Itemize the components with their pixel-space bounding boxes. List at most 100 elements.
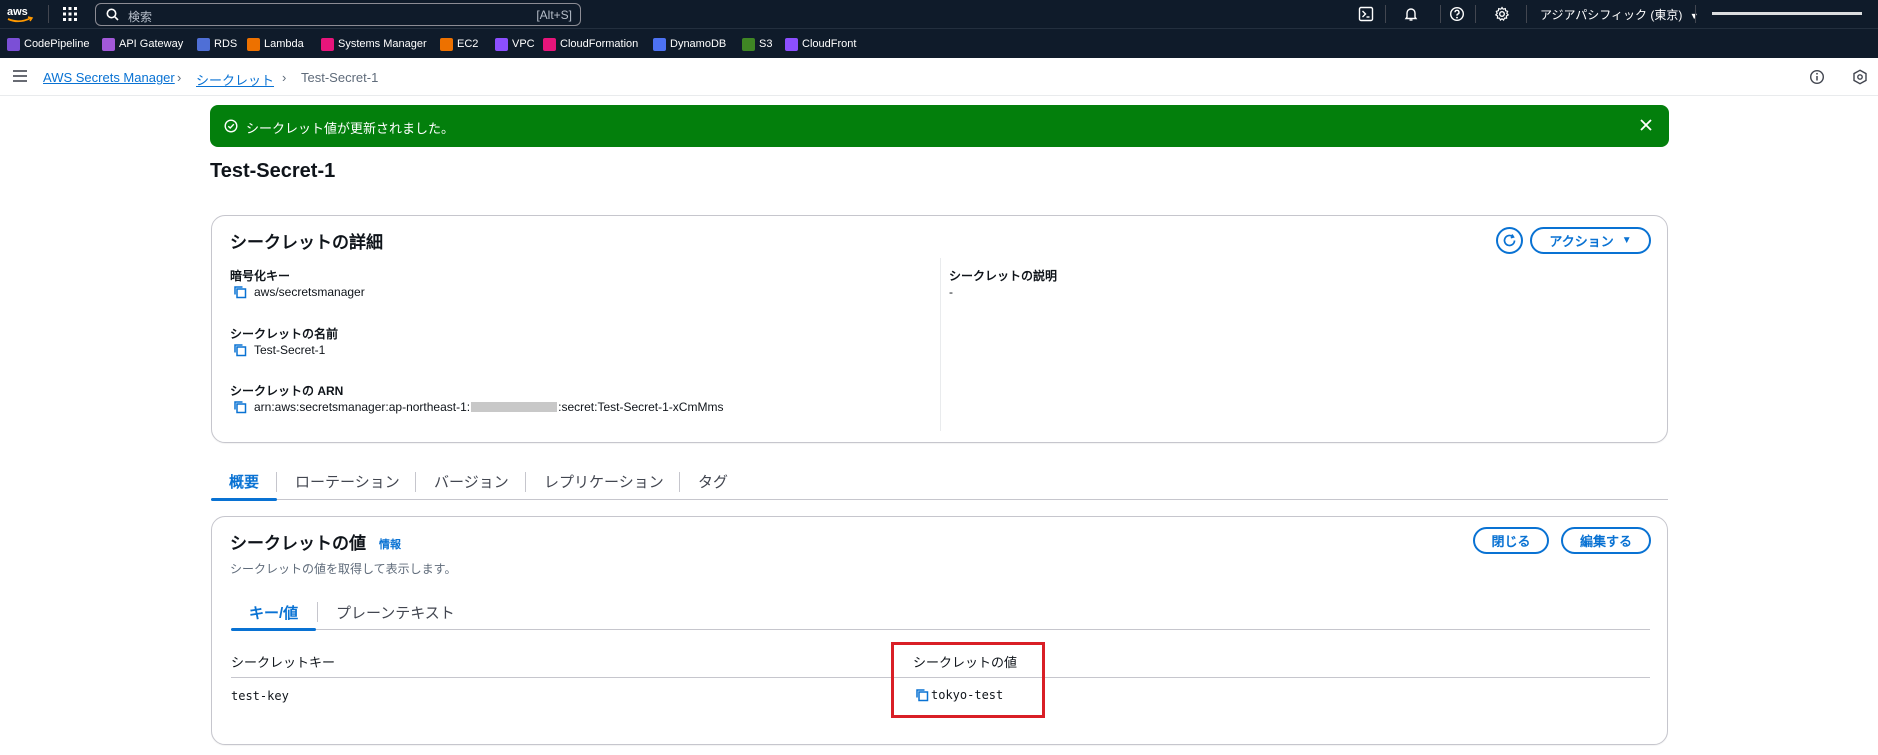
arn-prefix: arn:aws:secretsmanager:ap-northeast-1: bbox=[254, 400, 471, 414]
favorite-lambda[interactable]: Lambda bbox=[247, 37, 304, 51]
nav-divider bbox=[1695, 5, 1696, 23]
notifications-bell-icon[interactable] bbox=[1403, 6, 1419, 22]
favorites-bar: CodePipeline API Gateway RDS Lambda Systems … bbox=[0, 28, 1878, 58]
annotation-highlight-box bbox=[891, 642, 1045, 718]
secret-arn-label: シークレットの ARN bbox=[230, 384, 344, 398]
favorite-s3[interactable]: S3 bbox=[742, 37, 772, 51]
breadcrumb-chevron-icon: › bbox=[177, 70, 182, 85]
favorite-label: Lambda bbox=[264, 38, 304, 50]
tab-versions[interactable]: バージョン bbox=[416, 462, 527, 500]
service-icon bbox=[102, 37, 115, 51]
service-icon bbox=[7, 37, 20, 51]
cloudshell-icon[interactable] bbox=[1358, 6, 1374, 22]
region-label: アジアパシフィック (東京) bbox=[1540, 8, 1683, 22]
favorite-label: RDS bbox=[214, 38, 238, 50]
search-icon bbox=[106, 8, 119, 21]
nav-divider bbox=[48, 5, 49, 23]
encryption-key-text: aws/secretsmanager bbox=[254, 285, 365, 299]
aws-logo-icon[interactable]: aws bbox=[5, 3, 37, 25]
search-input[interactable]: 検索 [Alt+S] bbox=[95, 3, 581, 26]
service-icon bbox=[197, 37, 210, 51]
secret-arn-value: arn:aws:secretsmanager:ap-northeast-1: :… bbox=[233, 400, 723, 414]
favorite-label: API Gateway bbox=[119, 38, 184, 50]
tab-plaintext[interactable]: プレーンテキスト bbox=[318, 594, 473, 630]
refresh-button[interactable] bbox=[1496, 227, 1523, 254]
favorite-cloudformation[interactable]: CloudFormation bbox=[543, 37, 638, 51]
page-title: Test-Secret-1 bbox=[210, 160, 336, 182]
nav-divider bbox=[1526, 5, 1527, 23]
account-menu-redacted[interactable] bbox=[1712, 12, 1862, 15]
tab-tags[interactable]: タグ bbox=[680, 462, 746, 500]
secret-value-title: シークレットの値 bbox=[230, 534, 366, 553]
svg-text:aws: aws bbox=[7, 6, 28, 18]
favorite-systems-manager[interactable]: Systems Manager bbox=[321, 37, 427, 51]
edit-button[interactable]: 編集する bbox=[1561, 527, 1651, 554]
service-icon bbox=[742, 37, 755, 51]
breadcrumb-current: Test-Secret-1 bbox=[301, 70, 379, 85]
favorite-label: S3 bbox=[759, 38, 773, 50]
close-button[interactable]: 閉じる bbox=[1473, 527, 1549, 554]
detail-tabs: 概要 ローテーション バージョン レプリケーション タグ bbox=[211, 462, 1668, 501]
secret-value-description: シークレットの値を取得して表示します。 bbox=[230, 562, 457, 576]
info-panel-icon[interactable] bbox=[1809, 69, 1825, 85]
search-shortcut: [Alt+S] bbox=[536, 8, 572, 22]
secret-description-label: シークレットの説明 bbox=[949, 269, 1058, 283]
favorite-label: Systems Manager bbox=[338, 38, 427, 50]
favorite-label: DynamoDB bbox=[670, 38, 727, 50]
favorite-label: VPC bbox=[512, 38, 535, 50]
favorite-codepipeline[interactable]: CodePipeline bbox=[7, 37, 89, 51]
copy-icon[interactable] bbox=[233, 343, 247, 357]
breadcrumb-secrets-manager[interactable]: AWS Secrets Manager bbox=[43, 70, 175, 85]
favorite-label: CodePipeline bbox=[24, 38, 90, 50]
column-divider bbox=[940, 258, 941, 431]
settings-gear-icon[interactable] bbox=[1494, 6, 1510, 22]
service-icon bbox=[785, 37, 798, 51]
encryption-key-value: aws/secretsmanager bbox=[233, 285, 365, 299]
favorite-api-gateway[interactable]: API Gateway bbox=[102, 37, 183, 51]
hamburger-menu-icon[interactable] bbox=[12, 69, 28, 83]
tab-key-value[interactable]: キー/値 bbox=[231, 594, 317, 631]
service-icon bbox=[321, 37, 334, 51]
service-icon bbox=[247, 37, 260, 51]
apps-grid-icon[interactable] bbox=[62, 6, 78, 22]
favorite-label: CloudFormation bbox=[560, 38, 639, 50]
breadcrumb-secrets[interactable]: シークレット bbox=[196, 70, 274, 89]
tab-replication[interactable]: レプリケーション bbox=[526, 462, 682, 500]
secret-name-label: シークレットの名前 bbox=[230, 327, 339, 341]
success-flash-banner: シークレット値が更新されました。 bbox=[210, 105, 1669, 147]
favorite-dynamodb[interactable]: DynamoDB bbox=[653, 37, 726, 51]
service-icon bbox=[653, 37, 666, 51]
favorite-vpc[interactable]: VPC bbox=[495, 37, 535, 51]
breadcrumb-bar: AWS Secrets Manager › シークレット › Test-Secr… bbox=[0, 58, 1878, 96]
secret-key-cell: test-key bbox=[231, 689, 289, 703]
search-placeholder: 検索 bbox=[128, 10, 153, 24]
service-icon bbox=[495, 37, 508, 51]
secret-description-value: - bbox=[949, 285, 953, 299]
nav-divider bbox=[1440, 5, 1441, 23]
favorite-label: EC2 bbox=[457, 38, 479, 50]
tab-overview[interactable]: 概要 bbox=[211, 462, 278, 501]
tab-rotation[interactable]: ローテーション bbox=[277, 462, 418, 500]
favorite-rds[interactable]: RDS bbox=[197, 37, 237, 51]
info-link[interactable]: 情報 bbox=[379, 536, 401, 552]
copy-icon[interactable] bbox=[233, 285, 247, 299]
favorite-cloudfront[interactable]: CloudFront bbox=[785, 37, 856, 51]
success-check-icon bbox=[224, 119, 238, 133]
favorite-ec2[interactable]: EC2 bbox=[440, 37, 478, 51]
caret-down-icon: ▼ bbox=[1621, 235, 1632, 246]
secret-value-tabs: キー/値 プレーンテキスト bbox=[231, 594, 1650, 631]
secret-name-value: Test-Secret-1 bbox=[233, 343, 325, 357]
tools-settings-icon[interactable] bbox=[1852, 69, 1868, 85]
service-icon bbox=[440, 37, 453, 51]
actions-dropdown-button[interactable]: アクション ▼ bbox=[1530, 227, 1651, 254]
copy-icon[interactable] bbox=[233, 400, 247, 414]
service-icon bbox=[543, 37, 556, 51]
top-navigation: aws 検索 [Alt+S] アジアパシフィック (東京) bbox=[0, 0, 1878, 28]
help-icon[interactable] bbox=[1449, 6, 1465, 22]
close-icon[interactable] bbox=[1639, 118, 1653, 132]
actions-label: アクション bbox=[1549, 234, 1614, 249]
refresh-icon bbox=[1503, 234, 1516, 247]
secret-name-text: Test-Secret-1 bbox=[254, 343, 326, 357]
region-selector[interactable]: アジアパシフィック (東京) ▼ bbox=[1540, 6, 1699, 23]
favorite-label: CloudFront bbox=[802, 38, 857, 50]
